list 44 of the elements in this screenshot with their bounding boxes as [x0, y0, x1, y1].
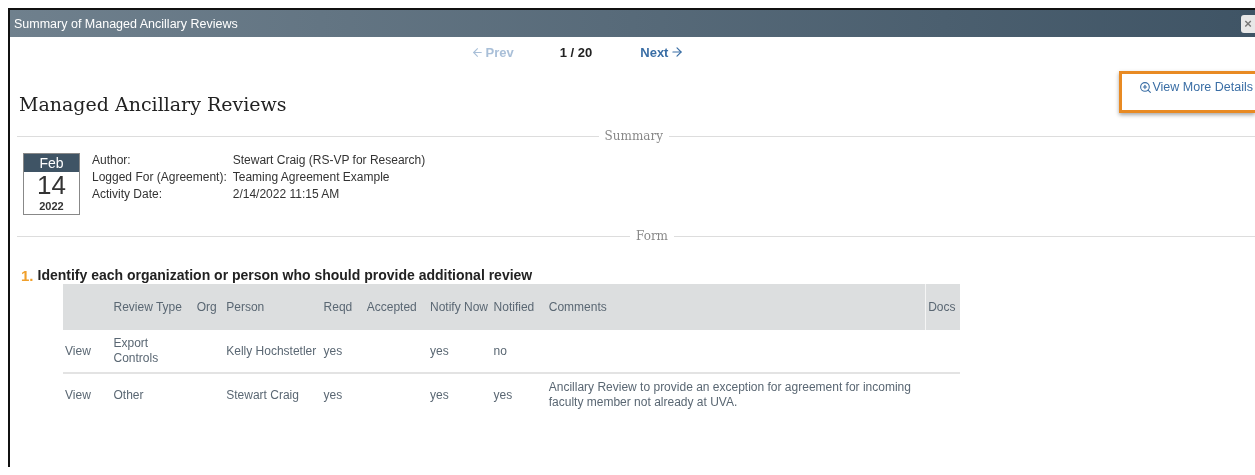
- view-link[interactable]: View: [65, 387, 91, 402]
- column-header: Docs: [925, 284, 960, 330]
- column-header: Notify Now: [427, 284, 492, 330]
- field-label: Logged For (Agreement):: [92, 170, 227, 184]
- field-label: Activity Date:: [92, 187, 164, 201]
- table-cell: Other: [113, 387, 144, 402]
- column-header: Comments: [546, 284, 926, 330]
- zoom-in-icon: [1139, 81, 1153, 94]
- arrow-left-icon: [470, 45, 484, 59]
- page-heading: Managed Ancillary Reviews: [19, 93, 288, 115]
- table-cell: yes: [493, 387, 513, 402]
- column-header: Accepted: [364, 284, 428, 330]
- view-link[interactable]: View: [65, 343, 91, 358]
- calendar-month: Feb: [24, 154, 79, 172]
- table-cell: Ancillary Review to provide an exception for agreement for incoming faculty member not already at UVA.: [548, 380, 911, 409]
- table-cell: yes: [323, 387, 343, 402]
- table-cell: yes: [429, 343, 449, 358]
- table-cell: Stewart Craig: [226, 387, 299, 402]
- field-value: Stewart Craig (RS-VP for Research): [232, 153, 426, 167]
- close-button[interactable]: ×: [1241, 14, 1255, 33]
- next-link[interactable]: Next: [640, 44, 685, 60]
- page-counter: 1 / 20: [559, 44, 593, 60]
- field-value: Teaming Agreement Example: [232, 170, 391, 184]
- field-label: Author:: [92, 153, 132, 167]
- table-cell: yes: [323, 343, 343, 358]
- table-cell: no: [493, 343, 507, 358]
- table-cell: Export Controls: [113, 336, 159, 365]
- table-cell: yes: [429, 387, 449, 402]
- section-legend: Form: [636, 229, 668, 243]
- column-header: Review Type: [111, 284, 195, 330]
- field-value: 2/14/2022 11:15 AM: [232, 187, 341, 201]
- window-title: Summary of Managed Ancillary Reviews: [14, 16, 238, 31]
- view-details-link[interactable]: View More Details: [1119, 71, 1255, 113]
- table-cell: Kelly Hochstetler: [226, 343, 317, 358]
- section-legend: Summary: [604, 129, 663, 143]
- question-text: Identify each organization or person who should provide additional review: [37, 267, 533, 284]
- question-number: 1.: [21, 267, 34, 284]
- calendar-year: 2022: [39, 199, 64, 214]
- column-header: Reqd: [321, 284, 365, 330]
- column-header: Person: [224, 284, 322, 330]
- column-header: Org: [194, 284, 225, 330]
- arrow-right-icon: [670, 45, 685, 59]
- calendar-day: 14: [37, 172, 66, 198]
- column-header: Notified: [491, 284, 547, 330]
